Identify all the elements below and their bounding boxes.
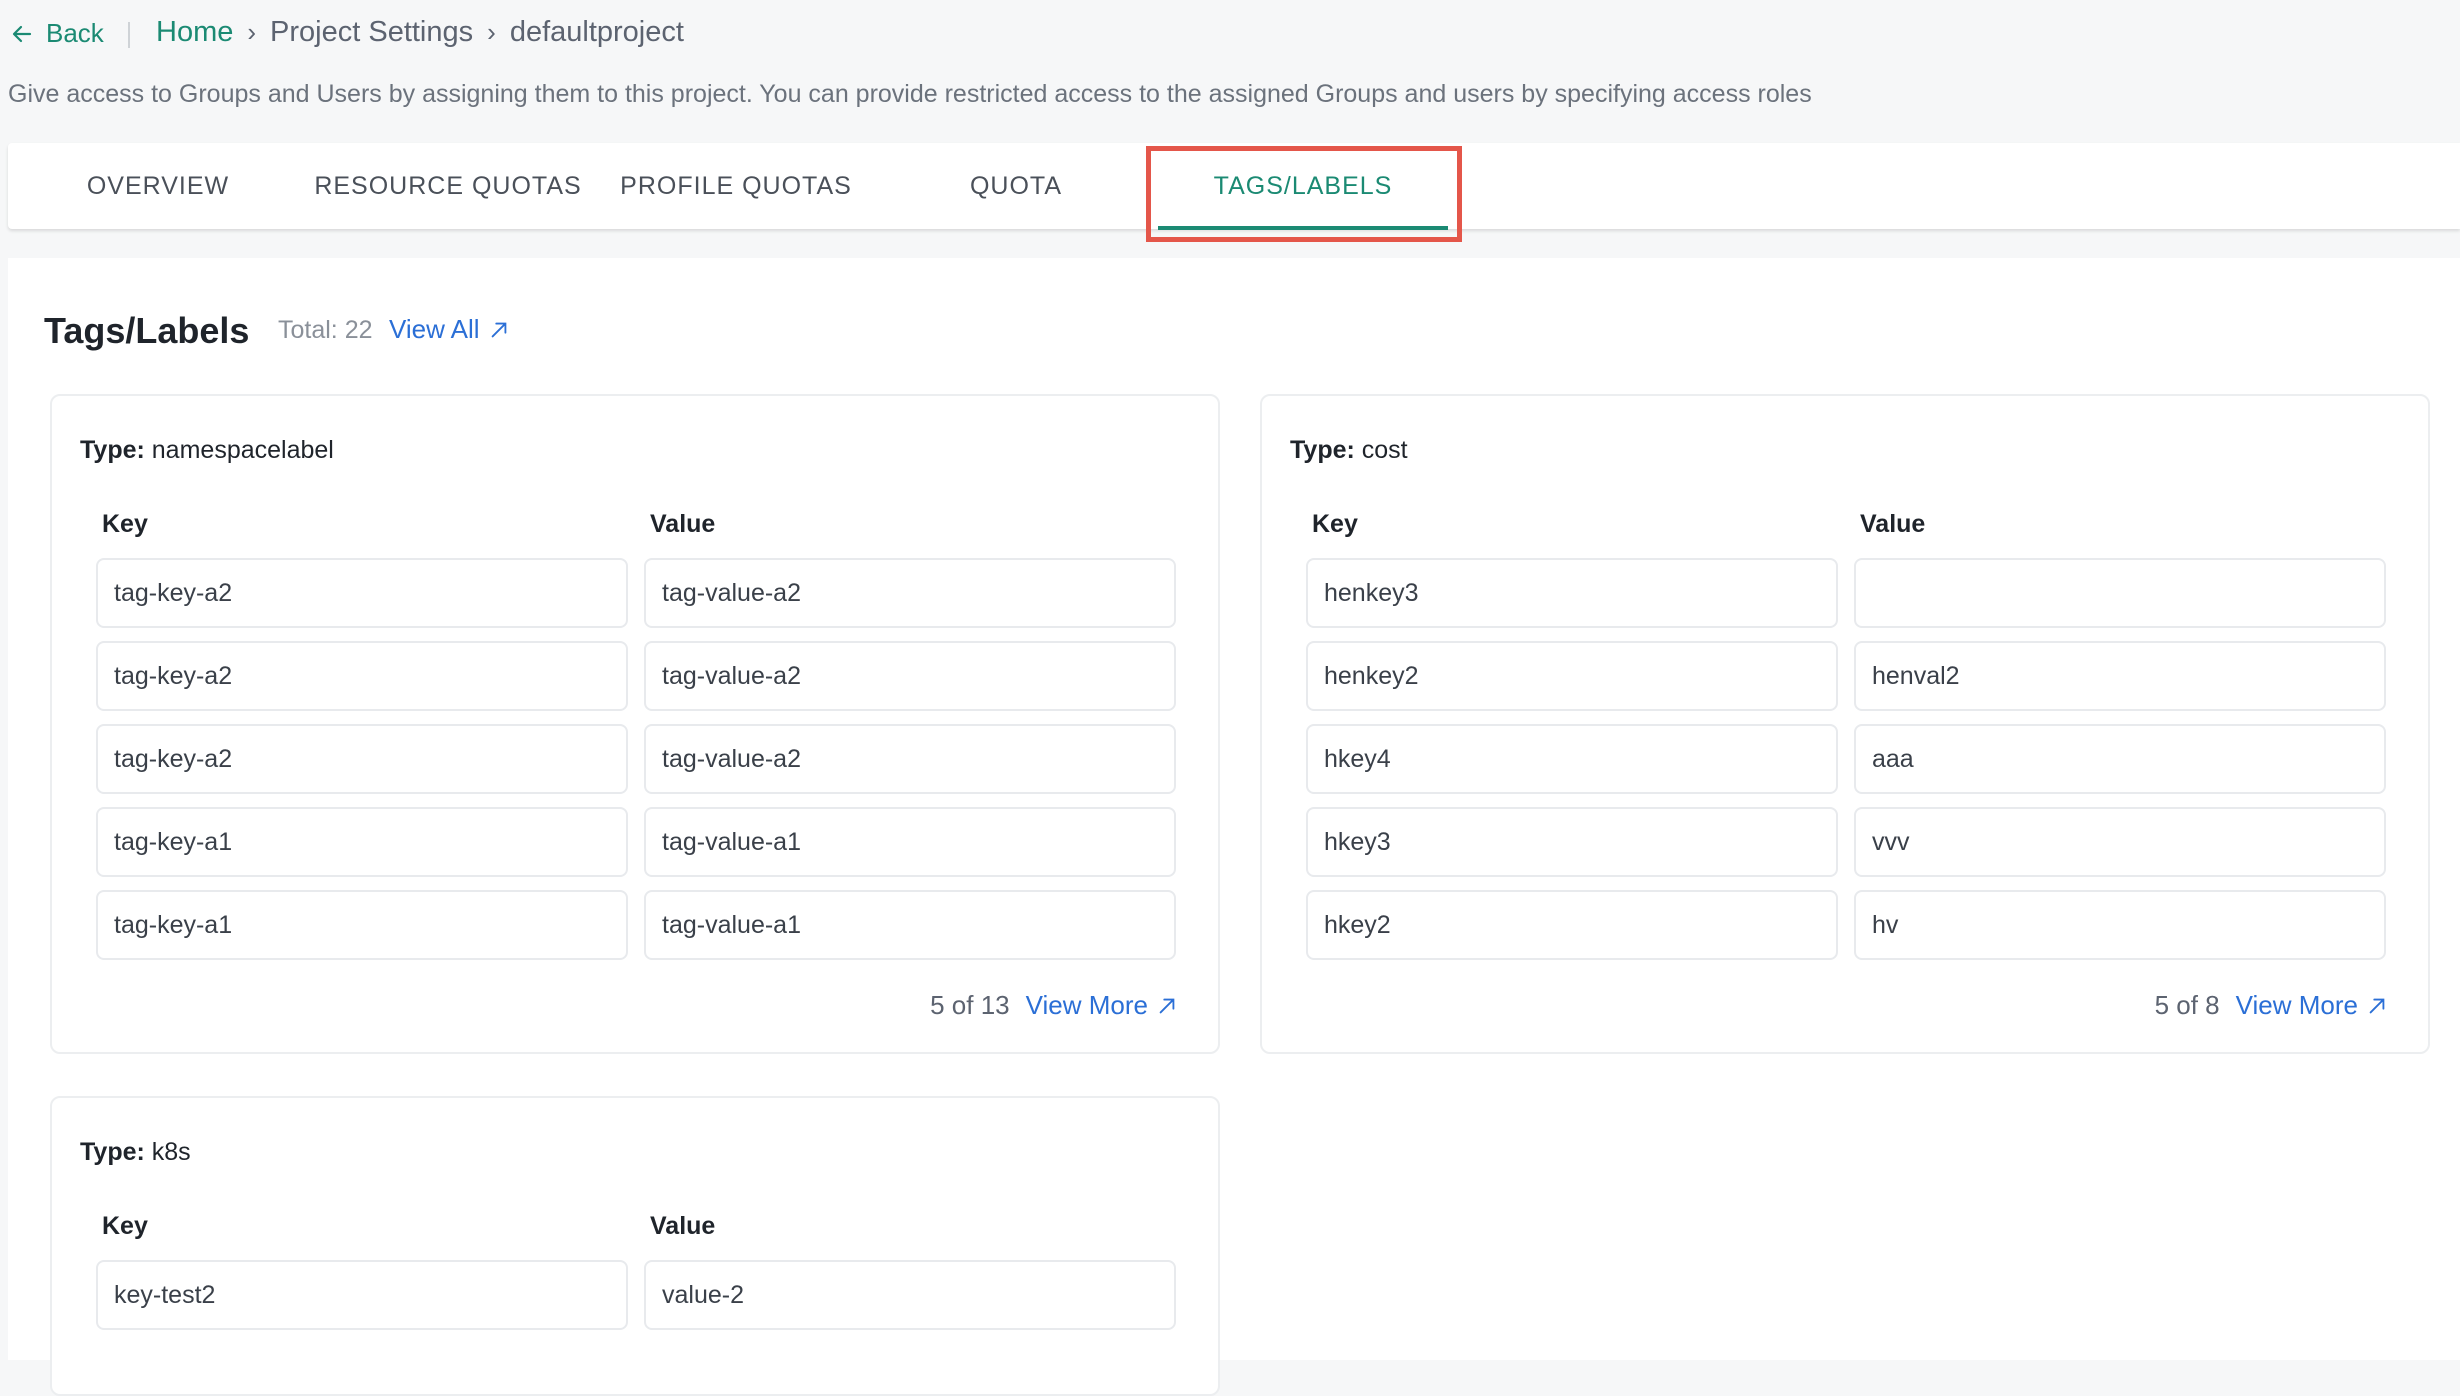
top-bar: Back Home › Project Settings › defaultpr… bbox=[0, 0, 2460, 72]
view-all-label: View All bbox=[389, 314, 480, 344]
value-cell: tag-value-a2 bbox=[644, 641, 1176, 711]
value-cell: aaa bbox=[1854, 724, 2386, 794]
tag-card-namespacelabel: Type: namespacelabel Key Value tag-key-a… bbox=[50, 394, 1220, 1054]
key-cell: tag-key-a1 bbox=[96, 890, 628, 960]
value-column-header: Value bbox=[650, 1212, 716, 1240]
value-cell bbox=[1854, 558, 2386, 628]
view-all-link[interactable]: View All bbox=[389, 314, 510, 345]
tag-card-k8s: Type: k8s Key Value key-test2 value-2 bbox=[50, 1096, 1220, 1396]
card-type: Type: cost bbox=[1290, 436, 1408, 464]
tab-tags-labels[interactable]: TAGS/LABELS bbox=[1158, 143, 1448, 229]
key-cell: key-test2 bbox=[96, 1260, 628, 1330]
value-cell: vvv bbox=[1854, 807, 2386, 877]
view-more-label: View More bbox=[2235, 990, 2358, 1020]
key-column-header: Key bbox=[102, 1212, 148, 1240]
tag-card-cost: Type: cost Key Value henkey3 henkey2 hen… bbox=[1260, 394, 2430, 1054]
breadcrumb-project-settings[interactable]: Project Settings bbox=[270, 16, 473, 49]
value-cell: value-2 bbox=[644, 1260, 1176, 1330]
value-cell: tag-value-a1 bbox=[644, 807, 1176, 877]
back-label: Back bbox=[46, 18, 104, 48]
value-column-header: Value bbox=[650, 510, 716, 538]
view-more-link[interactable]: View More bbox=[1026, 990, 1178, 1021]
value-cell: henval2 bbox=[1854, 641, 2386, 711]
key-cell: henkey2 bbox=[1306, 641, 1838, 711]
key-cell: hkey3 bbox=[1306, 807, 1838, 877]
total-count: Total: 22 bbox=[278, 316, 373, 344]
external-link-icon bbox=[491, 322, 506, 337]
value-column-header: Value bbox=[1860, 510, 1926, 538]
tab-overview[interactable]: OVERVIEW bbox=[48, 143, 268, 229]
pagination-count: 5 of 8 bbox=[2154, 990, 2220, 1020]
pagination-count: 5 of 13 bbox=[930, 990, 1010, 1020]
section-title: Tags/Labels bbox=[44, 310, 250, 351]
external-link-icon bbox=[1159, 998, 1175, 1013]
breadcrumb-home[interactable]: Home bbox=[156, 16, 233, 49]
breadcrumb: Home › Project Settings › defaultproject bbox=[156, 16, 684, 49]
key-cell: henkey3 bbox=[1306, 558, 1838, 628]
external-link-icon bbox=[2369, 998, 2385, 1013]
tab-resource-quotas[interactable]: RESOURCE QUOTAS bbox=[308, 143, 588, 229]
key-cell: tag-key-a2 bbox=[96, 558, 628, 628]
tab-quota-overrides[interactable]: QUOTA OVERRIDES bbox=[896, 143, 1136, 286]
key-cell: tag-key-a1 bbox=[96, 807, 628, 877]
arrow-left-icon bbox=[12, 25, 32, 42]
chevron-right-icon: › bbox=[247, 17, 257, 47]
key-column-header: Key bbox=[1312, 510, 1358, 538]
page-description: Give access to Groups and Users by assig… bbox=[8, 80, 1812, 108]
key-cell: hkey2 bbox=[1306, 890, 1838, 960]
key-cell: tag-key-a2 bbox=[96, 724, 628, 794]
tab-profile-quotas[interactable]: PROFILE QUOTAS bbox=[616, 143, 856, 229]
card-footer: 5 of 13 View More bbox=[930, 990, 1178, 1021]
chevron-right-icon: › bbox=[487, 17, 496, 47]
value-cell: hv bbox=[1854, 890, 2386, 960]
value-cell: tag-value-a1 bbox=[644, 890, 1176, 960]
key-column-header: Key bbox=[102, 510, 148, 538]
card-type: Type: k8s bbox=[80, 1138, 191, 1166]
card-footer: 5 of 8 View More bbox=[2155, 990, 2388, 1021]
view-more-link[interactable]: View More bbox=[2236, 990, 2388, 1021]
view-more-label: View More bbox=[1025, 990, 1148, 1020]
key-cell: hkey4 bbox=[1306, 724, 1838, 794]
active-tab-indicator bbox=[1158, 226, 1448, 230]
breadcrumb-current: defaultproject bbox=[509, 16, 684, 48]
card-type: Type: namespacelabel bbox=[80, 436, 334, 464]
divider bbox=[128, 22, 130, 48]
value-cell: tag-value-a2 bbox=[644, 724, 1176, 794]
value-cell: tag-value-a2 bbox=[644, 558, 1176, 628]
tab-bar: OVERVIEW RESOURCE QUOTAS PROFILE QUOTAS … bbox=[8, 143, 2460, 286]
key-cell: tag-key-a2 bbox=[96, 641, 628, 711]
back-button[interactable]: Back bbox=[10, 18, 104, 49]
